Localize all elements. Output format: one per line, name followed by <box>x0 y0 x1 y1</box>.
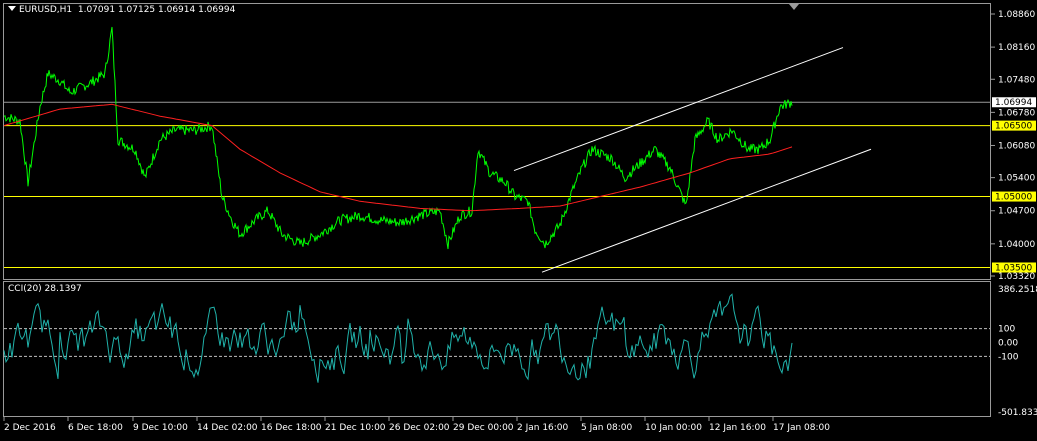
time-scale-label: 29 Dec 00:00 <box>453 423 514 433</box>
price-scale-label: 1.04700 <box>998 207 1035 217</box>
current-price-label: 1.06994 <box>995 98 1032 108</box>
price-scale-label: 1.05400 <box>998 174 1035 184</box>
level-label: 1.03500 <box>995 263 1032 273</box>
time-scale-label: 26 Dec 02:00 <box>389 423 450 433</box>
price-scale-label: 1.07480 <box>998 75 1035 85</box>
time-scale-label: 16 Dec 18:00 <box>261 423 322 433</box>
level-label: 1.06500 <box>995 122 1032 132</box>
time-scale-label: 14 Dec 02:00 <box>197 423 258 433</box>
price-line <box>3 26 793 250</box>
time-scale-label: 2 Dec 2016 <box>4 423 56 433</box>
price-scale-label: 1.08860 <box>998 10 1035 20</box>
cci-line <box>3 293 793 383</box>
cci-scale-label: -501.8330 <box>998 408 1037 418</box>
chart-canvas[interactable]: 1.08860 1.08160 1.07480 1.06780 1.06080 1.054… <box>0 0 1037 441</box>
channel-upper-line <box>513 47 844 172</box>
level-label: 1.05000 <box>995 193 1032 203</box>
time-scale-label: 17 Jan 08:00 <box>773 423 830 433</box>
price-scale-label: 1.08160 <box>998 43 1035 53</box>
time-scale-label: 12 Jan 16:00 <box>709 423 766 433</box>
time-scale-label: 6 Dec 18:00 <box>68 423 123 433</box>
cci-scale-label: 386.2518 <box>998 285 1037 295</box>
time-scale-label: 10 Jan 00:00 <box>645 423 702 433</box>
cci-scale-label: -100 <box>998 352 1019 362</box>
price-scale-label: 1.06780 <box>998 108 1035 118</box>
channel-lower-line <box>541 148 872 273</box>
time-scale-label: 9 Dec 10:00 <box>133 423 188 433</box>
time-scale-label: 21 Dec 10:00 <box>325 423 386 433</box>
time-scale-label: 5 Jan 08:00 <box>581 423 633 433</box>
price-scale-label: 1.03320 <box>998 272 1035 282</box>
cci-scale-label: 100 <box>998 325 1015 335</box>
price-scale-label: 1.06080 <box>998 141 1035 151</box>
moving-average-line <box>3 103 793 212</box>
price-scale-label: 1.04000 <box>998 240 1035 250</box>
time-scale-label: 2 Jan 16:00 <box>517 423 569 433</box>
cci-scale-label: 0.00 <box>998 338 1018 348</box>
